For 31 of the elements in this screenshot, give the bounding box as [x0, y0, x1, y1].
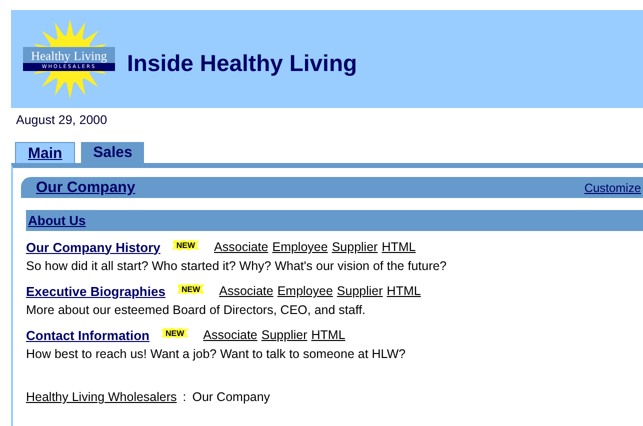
- audience-link[interactable]: HTML: [311, 328, 346, 342]
- audience-link[interactable]: Employee: [277, 284, 333, 298]
- item-description: How best to reach us! Want a job? Want to talk to someone at HLW?: [26, 346, 407, 363]
- audience-link[interactable]: Associate: [203, 328, 258, 342]
- new-badge: NEW: [177, 284, 204, 294]
- logo-text: Healthy Living: [30, 49, 108, 63]
- audience-link[interactable]: HTML: [382, 240, 416, 254]
- new-badge: NEW: [162, 328, 188, 338]
- item-title-link[interactable]: Our Company History: [26, 240, 160, 254]
- item-description: More about our esteemed Board of Directors, CEO, and staff.: [26, 302, 367, 319]
- section-title-link[interactable]: About Us: [28, 213, 86, 228]
- audience-link[interactable]: Employee: [272, 240, 328, 254]
- audience-link[interactable]: Associate: [219, 284, 274, 298]
- breadcrumb-link[interactable]: Healthy Living Wholesalers: [26, 390, 177, 404]
- tab[interactable]: Main: [15, 142, 76, 163]
- item-title-link[interactable]: Contact Information: [26, 328, 150, 342]
- date-text: August 29, 2000: [16, 113, 108, 127]
- breadcrumb-current: Our Company: [192, 390, 270, 404]
- audience-link[interactable]: HTML: [386, 284, 421, 298]
- audience-link[interactable]: Supplier: [332, 240, 378, 254]
- audience-link[interactable]: Supplier: [261, 328, 308, 342]
- portlet-title-link[interactable]: Our Company: [36, 179, 136, 196]
- item-description: So how did it all start? Who started it? Why? What's our vision of the future?: [26, 258, 448, 275]
- audience-link[interactable]: Associate: [214, 240, 268, 254]
- page-title: Inside Healthy Living: [127, 50, 358, 76]
- audience-link[interactable]: Supplier: [336, 284, 383, 298]
- breadcrumb-separator: :: [182, 390, 186, 404]
- tab[interactable]: Sales: [81, 142, 144, 163]
- item-title-link[interactable]: Executive Biographies: [26, 284, 166, 298]
- customize-link[interactable]: Customize: [584, 180, 641, 194]
- new-badge: NEW: [172, 240, 200, 250]
